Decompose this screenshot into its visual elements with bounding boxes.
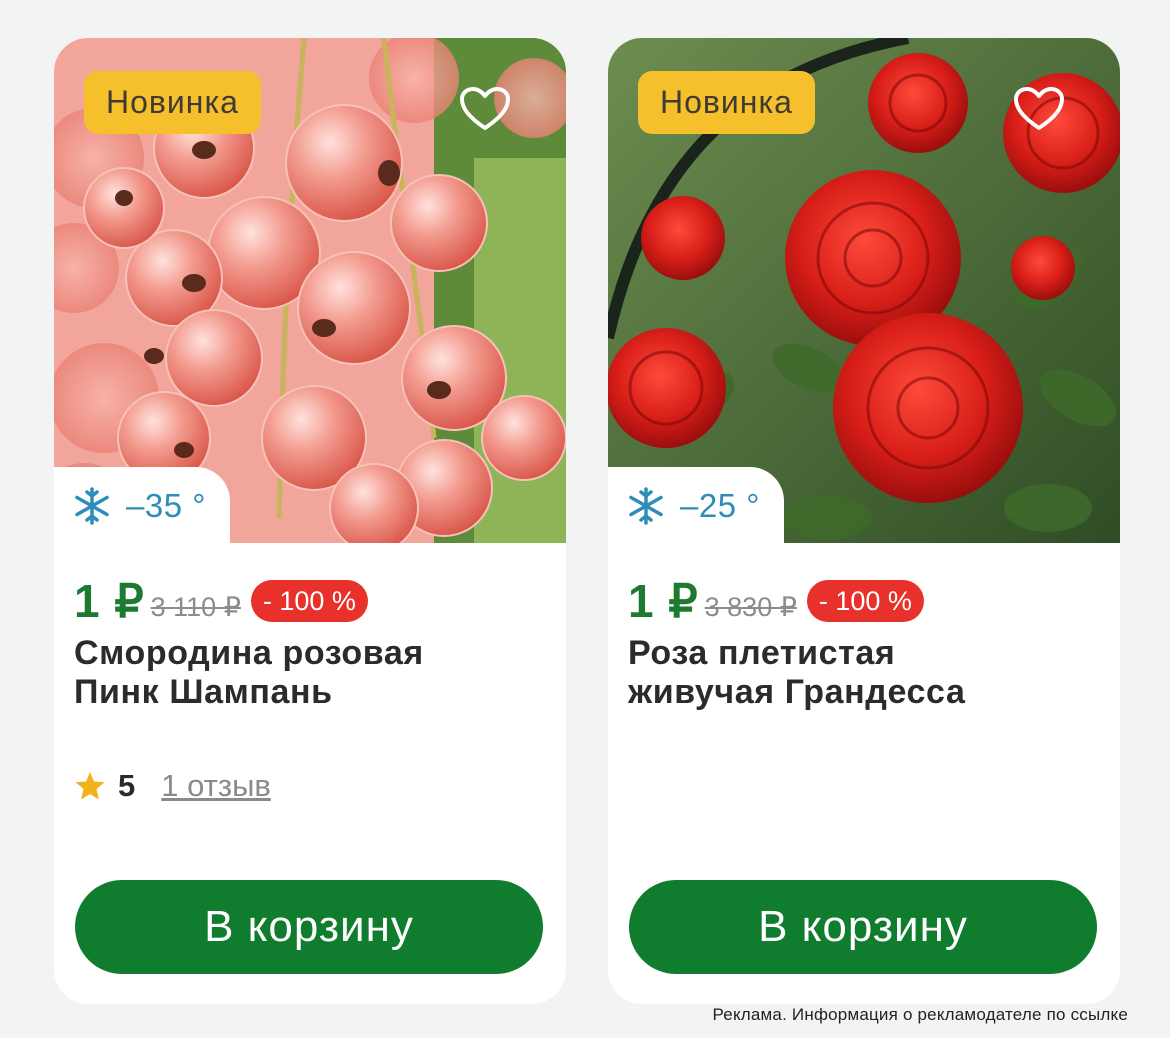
product-card-rose[interactable]: Новинка –25 ° 1 ₽ 3 830 ₽ - 100 % Роза п… bbox=[608, 38, 1120, 1004]
reviews-link[interactable]: 1 отзыв bbox=[161, 768, 271, 804]
old-price: 3 830 ₽ bbox=[704, 591, 797, 622]
current-price: 1 ₽ bbox=[74, 575, 145, 627]
price-row: 1 ₽ 3 110 ₽ - 100 % bbox=[74, 574, 368, 628]
snowflake-icon bbox=[75, 487, 109, 525]
product-card-currant[interactable]: Новинка –35 ° 1 ₽ 3 110 ₽ - 100 % Смород… bbox=[54, 38, 566, 1004]
price-row: 1 ₽ 3 830 ₽ - 100 % bbox=[628, 574, 924, 628]
star-icon bbox=[75, 772, 105, 800]
frost-resistance-tag: –35 ° bbox=[54, 467, 230, 545]
frost-resistance-tag: –25 ° bbox=[608, 467, 784, 545]
old-price: 3 110 ₽ bbox=[150, 591, 241, 622]
rating: 5 1 отзыв bbox=[74, 768, 271, 804]
product-title-line: Роза плетистая bbox=[628, 634, 896, 672]
snowflake-icon bbox=[629, 487, 663, 525]
favorite-heart-icon[interactable] bbox=[1013, 86, 1065, 132]
ad-disclaimer[interactable]: Реклама. Информация о рекламодателе по с… bbox=[713, 1005, 1129, 1025]
product-list: Новинка –35 ° 1 ₽ 3 110 ₽ - 100 % Смород… bbox=[0, 0, 1170, 1038]
rating-score: 5 bbox=[118, 768, 136, 803]
new-badge: Новинка bbox=[638, 71, 815, 134]
product-title-line: живучая Грандесса bbox=[628, 673, 966, 711]
new-badge: Новинка bbox=[84, 71, 261, 134]
product-title[interactable]: Смородина розовая Пинк Шампань bbox=[74, 634, 544, 712]
frost-temperature: –25 ° bbox=[680, 487, 760, 524]
current-price: 1 ₽ bbox=[628, 575, 699, 627]
product-title-line: Смородина розовая bbox=[74, 634, 424, 672]
discount-badge: - 100 % bbox=[806, 580, 924, 622]
discount-badge: - 100 % bbox=[250, 580, 368, 622]
frost-temperature: –35 ° bbox=[126, 487, 206, 524]
product-title[interactable]: Роза плетистая живучая Грандесса bbox=[628, 634, 1098, 712]
add-to-cart-button[interactable]: В корзину bbox=[75, 880, 543, 974]
add-to-cart-button[interactable]: В корзину bbox=[629, 880, 1097, 974]
favorite-heart-icon[interactable] bbox=[459, 86, 511, 132]
product-title-line: Пинк Шампань bbox=[74, 673, 333, 711]
